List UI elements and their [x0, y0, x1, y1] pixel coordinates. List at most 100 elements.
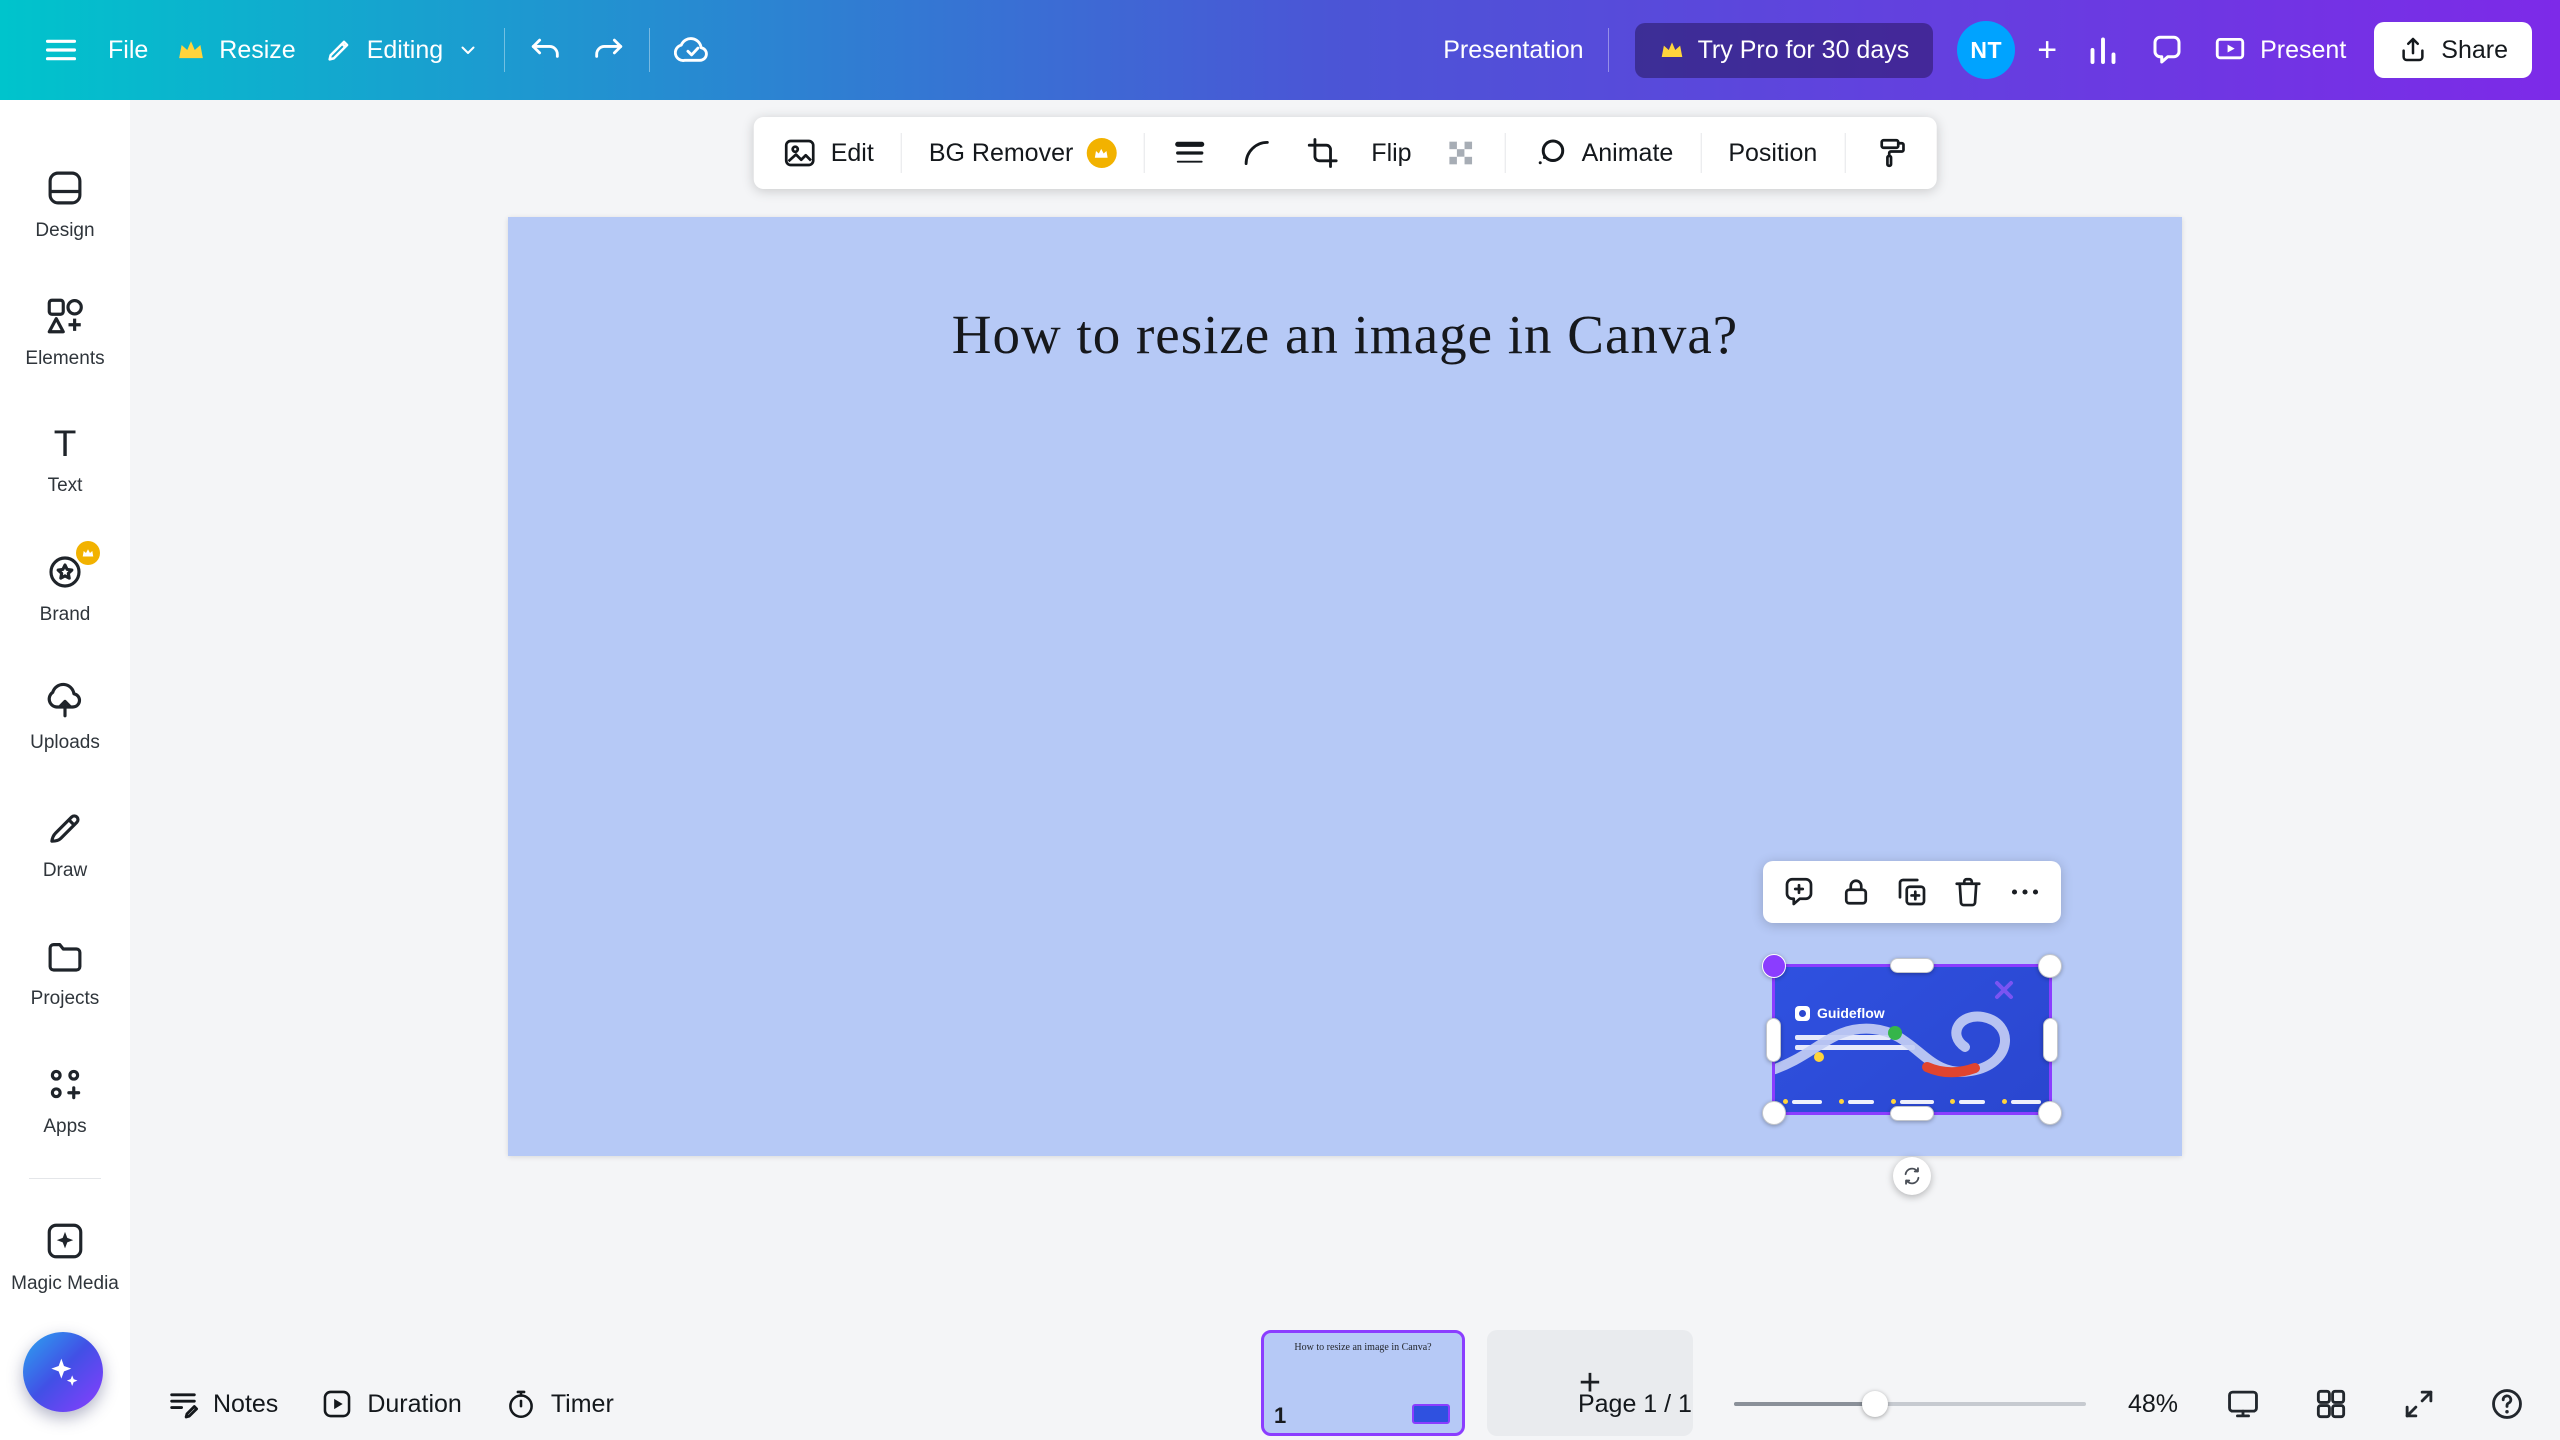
corner-rounding-button[interactable]	[1225, 126, 1287, 180]
delete-button[interactable]	[1944, 868, 1992, 916]
duration-button[interactable]: Duration	[320, 1387, 462, 1421]
sparkle-icon	[43, 1352, 83, 1392]
redo-icon	[591, 33, 625, 67]
winding-road-graphic	[1775, 967, 2049, 1112]
crop-icon	[1305, 136, 1339, 170]
sidebar-item-projects[interactable]: Projects	[5, 908, 125, 1036]
share-button[interactable]: Share	[2374, 22, 2532, 78]
file-menu-button[interactable]: File	[94, 26, 162, 75]
resize-handle-top[interactable]	[1890, 958, 1934, 973]
resize-handle-bottom[interactable]	[1890, 1106, 1934, 1121]
arc-icon	[1239, 136, 1273, 170]
sidebar-item-label: Design	[35, 220, 94, 242]
editing-mode-button[interactable]: Editing	[310, 25, 494, 75]
insights-button[interactable]	[2071, 22, 2135, 78]
position-label: Position	[1728, 139, 1817, 168]
toolbar-divider	[901, 133, 902, 173]
zoom-slider[interactable]	[1734, 1391, 2086, 1417]
doc-title-button[interactable]: Presentation	[1429, 26, 1597, 75]
try-pro-label: Try Pro for 30 days	[1698, 36, 1910, 65]
sidebar-item-draw[interactable]: Draw	[5, 780, 125, 908]
slide-page[interactable]: How to resize an image in Canva?	[508, 217, 2182, 1156]
pro-crown-badge	[1086, 138, 1116, 168]
thumbnail-title-text: How to resize an image in Canva?	[1264, 1342, 1462, 1353]
add-comment-button[interactable]	[1775, 868, 1823, 916]
bg-remover-button[interactable]: BG Remover	[915, 128, 1130, 178]
doc-title: Presentation	[1443, 36, 1583, 65]
sidebar-item-text[interactable]: T Text	[5, 396, 125, 524]
element-mini-toolbar	[1763, 861, 2061, 923]
avatar[interactable]: NT	[1957, 21, 2015, 79]
guideflow-image[interactable]: Guideflow	[1775, 967, 2049, 1112]
rotate-handle[interactable]	[1893, 1157, 1931, 1195]
undo-icon	[529, 33, 563, 67]
timer-icon	[504, 1387, 538, 1421]
sidebar-item-apps[interactable]: Apps	[5, 1036, 125, 1164]
comment-icon	[2149, 32, 2185, 68]
transparency-button[interactable]	[1430, 126, 1492, 180]
try-pro-button[interactable]: Try Pro for 30 days	[1635, 23, 1934, 78]
notes-button[interactable]: Notes	[166, 1387, 278, 1421]
sidebar-item-uploads[interactable]: Uploads	[5, 652, 125, 780]
canva-assistant-button[interactable]	[23, 1332, 103, 1412]
cloud-upload-icon	[44, 679, 86, 721]
position-button[interactable]: Position	[1714, 129, 1831, 178]
copy-style-button[interactable]	[1858, 125, 1922, 181]
comments-button[interactable]	[2135, 22, 2199, 78]
redo-button[interactable]	[577, 23, 639, 77]
toolbar-divider	[1143, 133, 1144, 173]
save-status-button[interactable]	[660, 21, 726, 79]
selected-image-element[interactable]: Guideflow	[1775, 967, 2049, 1112]
resize-menu-button[interactable]: Resize	[162, 25, 309, 75]
present-button[interactable]: Present	[2199, 23, 2360, 77]
brand-icon	[44, 551, 86, 593]
sidebar: Design Elements T Text Brand Upl	[0, 100, 130, 1440]
resize-handle-right[interactable]	[2043, 1018, 2058, 1062]
magic-media-icon	[44, 1220, 86, 1262]
plus-icon: +	[2037, 33, 2057, 67]
apps-icon	[44, 1063, 86, 1105]
sidebar-item-brand[interactable]: Brand	[5, 524, 125, 652]
slide-title-text[interactable]: How to resize an image in Canva?	[508, 303, 2182, 366]
editing-mode-label: Editing	[367, 36, 443, 65]
sidebar-item-label: Magic Media	[11, 1273, 119, 1295]
fullscreen-button[interactable]	[2396, 1381, 2442, 1427]
flip-label: Flip	[1371, 139, 1411, 168]
crop-button[interactable]	[1291, 126, 1353, 180]
resize-handle-top-right[interactable]	[2038, 954, 2062, 978]
stroke-weight-button[interactable]	[1157, 125, 1221, 181]
more-options-button[interactable]	[2001, 868, 2049, 916]
zoom-slider-fill	[1734, 1402, 1875, 1406]
sidebar-item-magic-media[interactable]: Magic Media	[5, 1193, 125, 1321]
sidebar-item-elements[interactable]: Elements	[5, 268, 125, 396]
resize-handle-bottom-left[interactable]	[1762, 1101, 1786, 1125]
header-divider	[649, 28, 650, 72]
pen-icon	[44, 807, 86, 849]
duration-label: Duration	[367, 1390, 462, 1419]
duplicate-button[interactable]	[1888, 868, 1936, 916]
present-screen-icon	[2213, 33, 2247, 67]
flip-button[interactable]: Flip	[1357, 129, 1425, 178]
grid-view-button[interactable]	[2308, 1381, 2354, 1427]
timer-button[interactable]: Timer	[504, 1387, 614, 1421]
bar-chart-icon	[2085, 32, 2121, 68]
help-button[interactable]	[2484, 1381, 2530, 1427]
animate-button[interactable]: Animate	[1519, 125, 1688, 181]
resize-handle-left[interactable]	[1766, 1018, 1781, 1062]
resize-handle-top-left[interactable]	[1762, 954, 1786, 978]
sidebar-item-label: Projects	[31, 988, 100, 1010]
stroke-weight-icon	[1171, 135, 1207, 171]
undo-button[interactable]	[515, 23, 577, 77]
pro-crown-badge	[76, 541, 100, 565]
status-bar: Notes Duration Timer Page 1 / 1 48%	[130, 1368, 2560, 1440]
edit-image-button[interactable]: Edit	[768, 125, 888, 181]
sidebar-item-design[interactable]: Design	[5, 140, 125, 268]
presentation-view-button[interactable]	[2220, 1381, 2266, 1427]
zoom-slider-thumb[interactable]	[1862, 1391, 1888, 1417]
menu-button[interactable]	[28, 21, 94, 79]
add-member-button[interactable]: +	[2023, 23, 2071, 77]
animate-label: Animate	[1582, 139, 1674, 168]
resize-handle-bottom-right[interactable]	[2038, 1101, 2062, 1125]
chevron-down-icon	[456, 38, 480, 62]
lock-button[interactable]	[1832, 868, 1880, 916]
